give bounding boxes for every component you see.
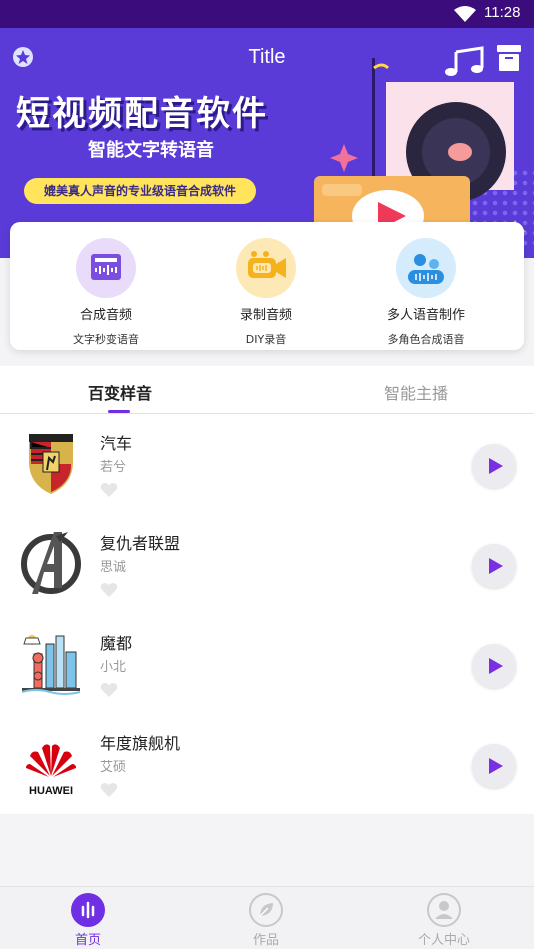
item-name: 魔都	[100, 634, 133, 653]
feature-card: 合成音频 文字秒变语音 录制音频 DIY录音 多人语音制作 多角色合成语音	[10, 222, 524, 350]
list-item[interactable]: HUAWEI 年度旗舰机 艾硕	[0, 714, 534, 814]
feature-multi-voice[interactable]: 多人语音制作 多角色合成语音	[346, 238, 506, 347]
banner-subtitle: 智能文字转语音	[88, 140, 214, 161]
nav-label: 个人中心	[417, 933, 470, 948]
play-button[interactable]	[472, 644, 516, 688]
banner-tagline: 媲美真人声音的专业级语音合成软件	[24, 178, 257, 204]
avengers-logo	[21, 532, 81, 594]
tab-indicator	[108, 410, 130, 413]
nav-works[interactable]: 作品	[206, 893, 326, 948]
feature-desc: 多角色合成语音	[387, 333, 465, 346]
play-button[interactable]	[472, 744, 516, 788]
item-voice: 艾硕	[100, 760, 127, 775]
item-name: 复仇者联盟	[100, 534, 181, 553]
list-item[interactable]: 汽车 若兮	[0, 414, 534, 514]
nav-label: 作品	[252, 933, 279, 948]
feature-synthesize-audio[interactable]: 合成音频 文字秒变语音	[26, 238, 186, 347]
tab-smart-anchor[interactable]: 智能主播	[384, 380, 448, 404]
heart-icon[interactable]	[100, 782, 118, 798]
item-name: 汽车	[100, 434, 133, 453]
record-video-icon	[236, 238, 296, 298]
huawei-logo-text: HUAWEI	[29, 785, 73, 797]
item-voice: 思诚	[100, 560, 127, 575]
feature-desc: DIY录音	[245, 333, 287, 346]
list-item[interactable]: 复仇者联盟 思诚	[0, 514, 534, 614]
status-bar: 11:28	[0, 0, 534, 28]
person-icon	[427, 893, 461, 927]
voice-list: 汽车 若兮 复仇者联盟 思诚 魔都 小北 HUAWEI 年度旗舰机 艾硕	[0, 414, 534, 814]
home-bars-icon	[71, 893, 105, 927]
multi-voice-icon	[396, 238, 456, 298]
item-name: 年度旗舰机	[100, 734, 181, 753]
leaf-icon	[249, 893, 283, 927]
play-icon	[489, 658, 503, 674]
tab-sample-voices[interactable]: 百变样音	[88, 380, 152, 404]
heart-icon[interactable]	[100, 682, 118, 698]
feature-record-audio[interactable]: 录制音频 DIY录音	[186, 238, 346, 347]
heart-icon[interactable]	[100, 482, 118, 498]
item-voice: 若兮	[100, 460, 127, 475]
feature-title: 录制音频	[239, 308, 292, 323]
feature-title: 多人语音制作	[386, 308, 465, 323]
status-time: 11:28	[484, 4, 521, 21]
bottom-nav: 首页 作品 个人中心	[0, 886, 534, 949]
banner-headline: 短视频配音软件	[16, 94, 268, 134]
play-button[interactable]	[472, 444, 516, 488]
play-icon	[489, 458, 503, 474]
nav-label: 首页	[74, 933, 101, 948]
list-item[interactable]: 魔都 小北	[0, 614, 534, 714]
play-button[interactable]	[472, 544, 516, 588]
play-icon	[489, 758, 503, 774]
huawei-logo: HUAWEI	[26, 744, 76, 797]
item-voice: 小北	[100, 660, 127, 675]
nav-home[interactable]: 首页	[28, 893, 148, 948]
shanghai-skyline-logo	[21, 635, 81, 695]
wifi-icon	[454, 6, 476, 22]
audio-synth-icon	[76, 238, 136, 298]
play-icon	[489, 558, 503, 574]
heart-icon[interactable]	[100, 582, 118, 598]
feature-title: 合成音频	[79, 308, 132, 323]
porsche-logo	[29, 434, 73, 494]
tab-bar: 百变样音 智能主播	[0, 366, 534, 414]
feature-desc: 文字秒变语音	[73, 333, 139, 346]
nav-profile[interactable]: 个人中心	[384, 893, 504, 948]
